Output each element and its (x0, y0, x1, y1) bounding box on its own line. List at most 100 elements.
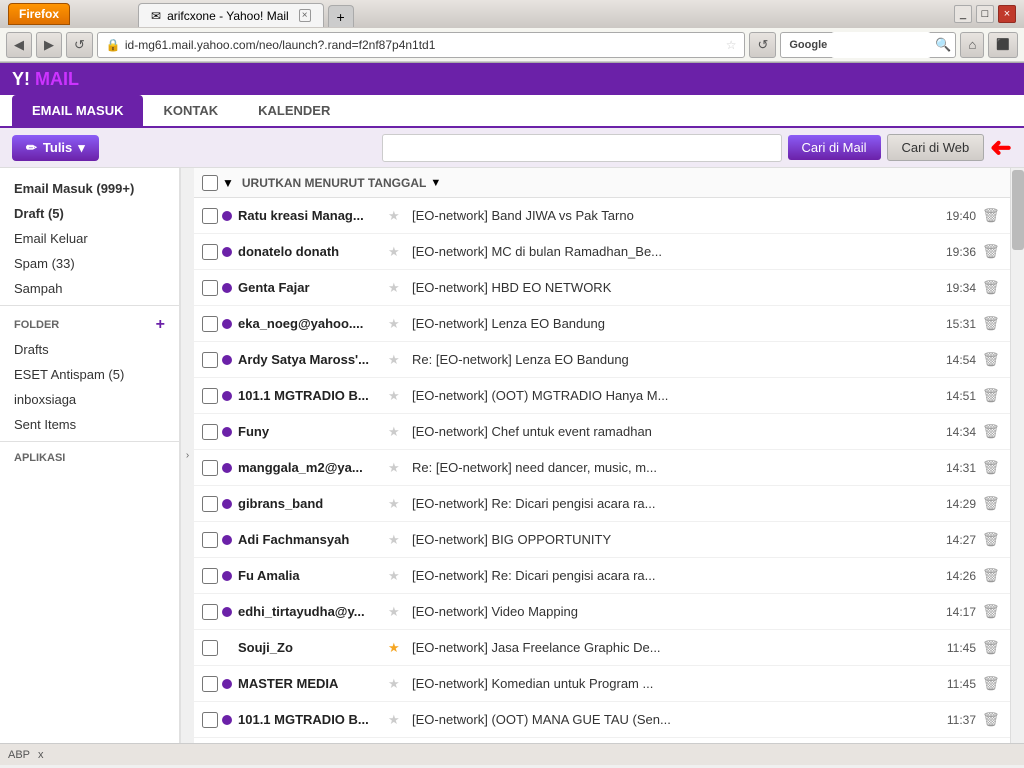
email-row[interactable]: eka_noeg@yahoo....★[EO-network] Lenza EO… (194, 306, 1010, 342)
sidebar-item-draft[interactable]: Draft (5) (0, 201, 179, 226)
sidebar-item-eset[interactable]: ESET Antispam (5) (0, 362, 179, 387)
tab-close-btn[interactable]: × (299, 9, 311, 22)
email-delete-button[interactable]: 🗑 (982, 567, 1002, 584)
refresh-icon[interactable]: ↺ (749, 32, 776, 58)
email-delete-button[interactable]: 🗑 (982, 279, 1002, 296)
bookmark-icon[interactable]: ☆ (726, 38, 737, 52)
email-delete-button[interactable]: 🗑 (982, 459, 1002, 476)
tab-email-masuk[interactable]: EMAIL MASUK (12, 95, 143, 126)
email-star[interactable]: ★ (388, 712, 404, 728)
tab-kalender[interactable]: KALENDER (238, 95, 350, 126)
email-row[interactable]: edhi_tirtayudha@y...★[EO-network] Video … (194, 594, 1010, 630)
email-star[interactable]: ★ (388, 208, 404, 224)
email-checkbox[interactable] (202, 352, 218, 368)
minimize-button[interactable]: _ (954, 5, 972, 23)
email-row[interactable]: manggala_m2@ya...★Re: [EO-network] need … (194, 450, 1010, 486)
email-star[interactable]: ★ (388, 280, 404, 296)
email-checkbox[interactable] (202, 388, 218, 404)
email-star[interactable]: ★ (388, 532, 404, 548)
email-delete-button[interactable]: 🗑 (982, 531, 1002, 548)
email-row[interactable]: Fu Amalia★[EO-network] Re: Dicari pengis… (194, 558, 1010, 594)
email-list-scrollbar[interactable] (1010, 168, 1024, 743)
email-checkbox[interactable] (202, 460, 218, 476)
email-checkbox[interactable] (202, 424, 218, 440)
search-web-button[interactable]: Cari di Web (887, 134, 985, 161)
sort-arrow-icon[interactable]: ▼ (430, 177, 441, 189)
email-row[interactable]: 101.1 MGTRADIO B...★[EO-network] (OOT) M… (194, 378, 1010, 414)
active-tab[interactable]: ✉ arifcxone - Yahoo! Mail × (138, 3, 324, 27)
select-all-checkbox[interactable] (202, 175, 218, 191)
email-row[interactable]: Ratu kreasi Manag...★[EO-network] Band J… (194, 198, 1010, 234)
email-delete-button[interactable]: 🗑 (982, 387, 1002, 404)
email-checkbox[interactable] (202, 316, 218, 332)
email-checkbox[interactable] (202, 604, 218, 620)
email-delete-button[interactable]: 🗑 (982, 423, 1002, 440)
email-checkbox[interactable] (202, 496, 218, 512)
sort-label[interactable]: URUTKAN MENURUT TANGGAL (242, 176, 426, 190)
url-bar[interactable]: 🔒 id-mg61.mail.yahoo.com/neo/launch?.ran… (97, 32, 746, 58)
search-mail-button[interactable]: Cari di Mail (788, 135, 881, 160)
tab-kontak[interactable]: KONTAK (143, 95, 238, 126)
email-delete-button[interactable]: 🗑 (982, 351, 1002, 368)
email-delete-button[interactable]: 🗑 (982, 207, 1002, 224)
sidebar-item-inboxsiaga[interactable]: inboxsiaga (0, 387, 179, 412)
sidebar-item-drafts-folder[interactable]: Drafts (0, 337, 179, 362)
email-star[interactable]: ★ (388, 424, 404, 440)
addons-button[interactable]: ⬛ (988, 32, 1018, 58)
scrollbar-thumb[interactable] (1012, 170, 1024, 250)
sidebar-expand-handle[interactable]: › (180, 168, 194, 743)
email-checkbox[interactable] (202, 712, 218, 728)
email-row[interactable]: Souji_Zo★[EO-network] Jasa Freelance Gra… (194, 630, 1010, 666)
email-row[interactable]: wee-dha★[EO-network] Maharani ' Hanya Ke… (194, 738, 1010, 743)
email-checkbox[interactable] (202, 280, 218, 296)
add-folder-icon[interactable]: + (156, 316, 165, 334)
close-button[interactable]: × (998, 5, 1016, 23)
email-star[interactable]: ★ (388, 568, 404, 584)
email-delete-button[interactable]: 🗑 (982, 243, 1002, 260)
email-row[interactable]: MASTER MEDIA★[EO-network] Komedian untuk… (194, 666, 1010, 702)
search-mail-input[interactable] (382, 134, 782, 162)
email-row[interactable]: Ardy Satya Maross'...★Re: [EO-network] L… (194, 342, 1010, 378)
sort-dropdown-icon[interactable]: ▼ (222, 176, 234, 190)
chrome-search-icon[interactable]: 🔍 (935, 37, 951, 53)
email-delete-button[interactable]: 🗑 (982, 639, 1002, 656)
reload-button[interactable]: ↺ (66, 32, 93, 58)
email-star[interactable]: ★ (388, 388, 404, 404)
sidebar-item-trash[interactable]: Sampah (0, 276, 179, 301)
email-star[interactable]: ★ (388, 604, 404, 620)
chrome-search-input[interactable] (831, 32, 931, 58)
email-row[interactable]: 101.1 MGTRADIO B...★[EO-network] (OOT) M… (194, 702, 1010, 738)
email-row[interactable]: donatelo donath★[EO-network] MC di bulan… (194, 234, 1010, 270)
sidebar-item-inbox[interactable]: Email Masuk (999+) (0, 176, 179, 201)
email-star[interactable]: ★ (388, 244, 404, 260)
email-star[interactable]: ★ (388, 460, 404, 476)
email-checkbox[interactable] (202, 208, 218, 224)
sidebar-item-spam[interactable]: Spam (33) (0, 251, 179, 276)
email-checkbox[interactable] (202, 532, 218, 548)
email-checkbox[interactable] (202, 640, 218, 656)
back-button[interactable]: ◀ (6, 32, 32, 58)
email-star[interactable]: ★ (388, 352, 404, 368)
email-checkbox[interactable] (202, 244, 218, 260)
email-checkbox[interactable] (202, 676, 218, 692)
email-checkbox[interactable] (202, 568, 218, 584)
email-delete-button[interactable]: 🗑 (982, 675, 1002, 692)
email-star[interactable]: ★ (388, 640, 404, 656)
email-star[interactable]: ★ (388, 316, 404, 332)
email-star[interactable]: ★ (388, 496, 404, 512)
compose-dropdown-icon[interactable]: ▾ (78, 140, 85, 156)
sidebar-item-sent-items[interactable]: Sent Items (0, 412, 179, 437)
email-row[interactable]: gibrans_band★[EO-network] Re: Dicari pen… (194, 486, 1010, 522)
email-row[interactable]: Funy★[EO-network] Chef untuk event ramad… (194, 414, 1010, 450)
email-star[interactable]: ★ (388, 676, 404, 692)
email-delete-button[interactable]: 🗑 (982, 315, 1002, 332)
compose-button[interactable]: ✏ Tulis ▾ (12, 135, 99, 161)
forward-button[interactable]: ▶ (36, 32, 62, 58)
email-delete-button[interactable]: 🗑 (982, 603, 1002, 620)
firefox-button[interactable]: Firefox (8, 3, 70, 25)
maximize-button[interactable]: □ (976, 5, 994, 23)
email-row[interactable]: Adi Fachmansyah★[EO-network] BIG OPPORTU… (194, 522, 1010, 558)
sidebar-item-sent[interactable]: Email Keluar (0, 226, 179, 251)
new-tab-button[interactable]: + (328, 5, 354, 27)
email-delete-button[interactable]: 🗑 (982, 711, 1002, 728)
